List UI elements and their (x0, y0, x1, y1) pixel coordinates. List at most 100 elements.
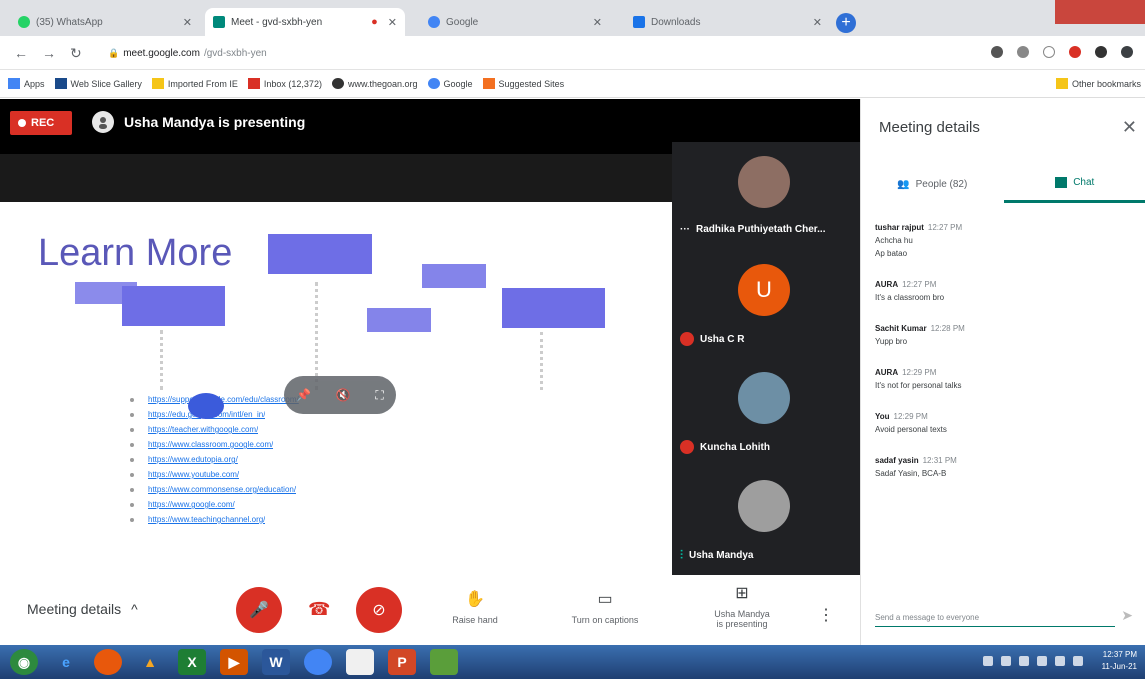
close-icon[interactable]: ✕ (183, 16, 192, 29)
tab-downloads[interactable]: Downloads ✕ (625, 8, 830, 36)
profile-icon[interactable] (1121, 46, 1133, 58)
camera-icon[interactable] (991, 46, 1003, 58)
captions-button[interactable]: ▭ Turn on captions (555, 589, 655, 625)
meet-stage: REC Usha Mandya is presenting Learn More… (0, 99, 860, 575)
notepad-icon[interactable] (346, 649, 374, 675)
image-viewer-icon[interactable] (430, 649, 458, 675)
close-icon[interactable]: ✕ (388, 16, 397, 29)
media-icon[interactable]: ▶ (220, 649, 248, 675)
shared-slide: Learn More https://support.google.com/ed… (0, 202, 672, 575)
extension-icons (991, 46, 1133, 58)
puzzle-icon[interactable] (1095, 46, 1107, 58)
mute-presentation-icon[interactable]: 🔇 (336, 388, 351, 402)
clock[interactable]: 12:37 PM 11-Jun-21 (1102, 649, 1137, 673)
excel-icon[interactable]: X (178, 649, 206, 675)
meeting-details-panel: Meeting details ✕ 👥 People (82) Chat tush… (860, 99, 1145, 645)
list-item[interactable]: https://www.google.com/ (130, 497, 570, 512)
url-path: /gvd-sxbh-yen (203, 47, 267, 59)
bookmark-inbox[interactable]: Inbox (12,372) (247, 78, 322, 89)
bookmark-label: Inbox (12,372) (263, 78, 322, 89)
list-item[interactable]: https://www.youtube.com/ (130, 467, 570, 482)
list-item[interactable]: https://www.commonsense.org/education/ (130, 482, 570, 497)
tab-people[interactable]: 👥 People (82) (861, 165, 1004, 203)
start-button[interactable]: ◉ (10, 649, 38, 675)
tab-meet[interactable]: Meet - gvd-sxbh-yen ● ✕ (205, 8, 405, 36)
powerpoint-icon[interactable]: P (388, 649, 416, 675)
forward-icon[interactable]: → (42, 45, 56, 61)
more-icon[interactable]: ··· (680, 224, 690, 235)
bookmark-apps[interactable]: Apps (8, 78, 45, 89)
bookmark-web-slice[interactable]: Web Slice Gallery (54, 78, 142, 89)
chrome-icon[interactable] (304, 649, 332, 675)
bookmark-imported[interactable]: Imported From IE (151, 78, 238, 89)
url-field[interactable]: 🔒 meet.google.com/gvd-sxbh-yen (108, 44, 267, 62)
url-host: meet.google.com (123, 47, 200, 59)
more-options-icon[interactable]: ⋮ (818, 605, 834, 625)
button-label: Usha Mandya (714, 609, 770, 619)
list-item[interactable]: https://teacher.withgoogle.com/ (130, 422, 570, 437)
key-icon[interactable] (1017, 46, 1029, 58)
slide-block (367, 308, 431, 332)
hangup-button[interactable]: ☎ (308, 599, 330, 620)
list-item[interactable]: https://www.classroom.google.com/ (130, 437, 570, 452)
send-icon[interactable]: ➤ (1121, 607, 1133, 624)
close-icon[interactable]: ✕ (813, 16, 822, 29)
other-bookmarks[interactable]: Other bookmarks (1055, 78, 1141, 89)
participant-tile[interactable]: ⫶ Usha Mandya (672, 466, 860, 574)
bookmark-thegoan[interactable]: www.thegoan.org (331, 78, 418, 89)
globe-icon (331, 78, 344, 89)
meet-icon (213, 16, 225, 28)
presenting-button[interactable]: ⊞ Usha Mandya is presenting (692, 583, 792, 629)
whatsapp-icon (18, 16, 30, 28)
apps-icon (8, 78, 20, 89)
word-icon[interactable]: W (262, 649, 290, 675)
bookmark-label: www.thegoan.org (347, 78, 418, 89)
mic-off-icon (680, 440, 694, 454)
close-icon[interactable]: ✕ (593, 16, 602, 29)
list-item[interactable]: https://www.edutopia.org/ (130, 452, 570, 467)
ie-icon[interactable]: e (52, 649, 80, 675)
vlc-icon[interactable]: ▲ (136, 649, 164, 675)
avatar (738, 480, 790, 532)
raise-hand-button[interactable]: ✋ Raise hand (425, 589, 525, 625)
mic-toggle-button[interactable]: 🎤 (236, 587, 282, 633)
date: 11-Jun-21 (1101, 662, 1137, 671)
list-item[interactable]: https://www.teachingchannel.org/ (130, 512, 570, 527)
tab-label: Downloads (651, 16, 701, 28)
tab-whatsapp[interactable]: (35) WhatsApp ✕ (10, 8, 200, 36)
chat-message: AURA 12:27 PM It's a classroom bro (875, 280, 945, 302)
presentation-toolbar[interactable]: 📌 🔇 ⛶ (284, 376, 396, 414)
camera-toggle-button[interactable]: ⊘ (356, 587, 402, 633)
camera-off-icon: ⊘ (372, 602, 386, 619)
chat-input[interactable]: Send a message to everyone (875, 613, 1115, 627)
participant-tile[interactable]: Kuncha Lohith (672, 358, 860, 466)
tab-chat[interactable]: Chat (1003, 165, 1145, 203)
new-tab-button[interactable]: + (836, 13, 856, 33)
back-icon[interactable]: ← (14, 45, 28, 61)
extension-icon[interactable] (1069, 46, 1081, 58)
participant-name: Usha C R (700, 333, 745, 345)
tab-google[interactable]: Google ✕ (420, 8, 610, 36)
time: 12:37 PM (1102, 650, 1137, 659)
reload-icon[interactable]: ↻ (70, 45, 82, 62)
bookmark-suggested[interactable]: Suggested Sites (482, 78, 564, 89)
window-controls[interactable] (1055, 0, 1145, 24)
participant-tile[interactable]: U Usha C R (672, 250, 860, 358)
participant-tile[interactable]: ··· Radhika Puthiyetath Cher... (672, 142, 860, 250)
tab-label: (35) WhatsApp (36, 16, 103, 28)
captions-icon: ▭ (597, 591, 613, 608)
presenting-text: Usha Mandya is presenting (124, 114, 306, 130)
recording-dot-icon: ● (371, 16, 378, 28)
star-icon[interactable] (1043, 46, 1055, 58)
bookmarks-bar: Apps Web Slice Gallery Imported From IE … (0, 70, 1145, 98)
avatar: U (738, 264, 790, 316)
bookmark-label: Google (443, 78, 473, 89)
meeting-details-button[interactable]: Meeting details ^ (27, 601, 138, 617)
system-tray[interactable] (983, 656, 1083, 666)
firefox-icon[interactable] (94, 649, 122, 675)
fullscreen-icon[interactable]: ⛶ (375, 388, 383, 403)
close-icon[interactable]: ✕ (1122, 117, 1137, 138)
pin-icon[interactable]: 📌 (296, 388, 311, 402)
slide-connector (315, 282, 318, 390)
bookmark-google[interactable]: Google (427, 78, 473, 89)
